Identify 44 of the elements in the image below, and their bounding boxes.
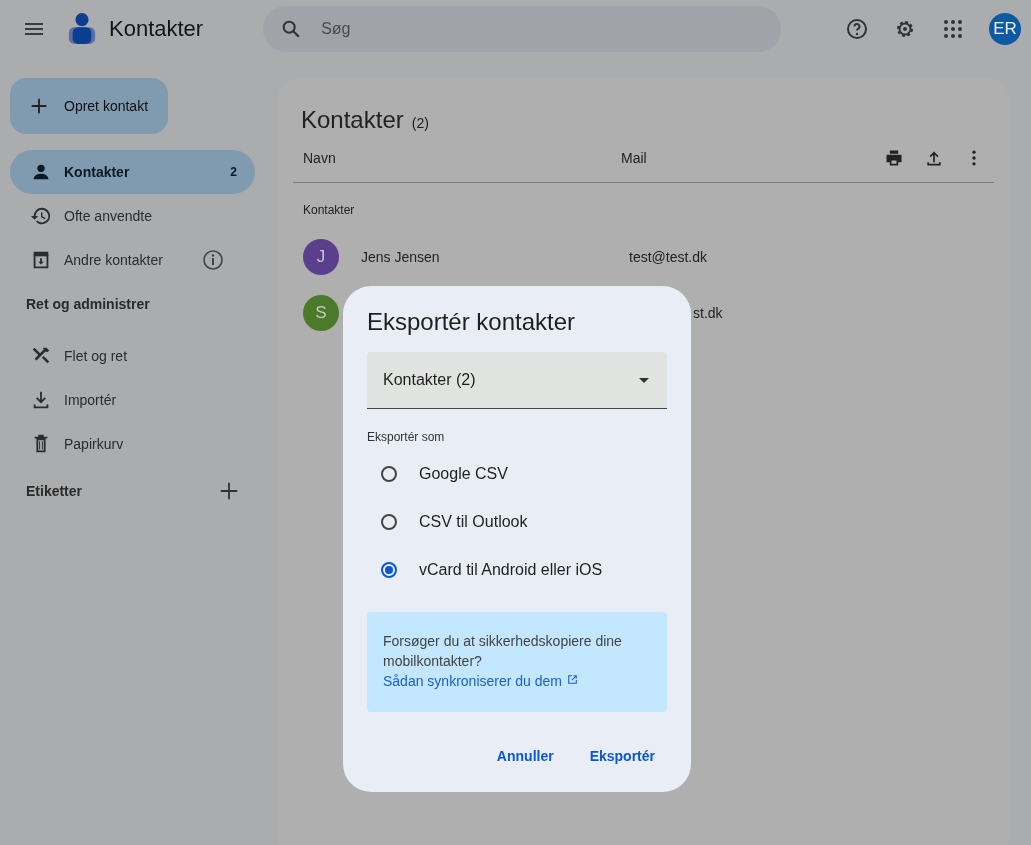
contact-name[interactable]: Jens Jensen — [361, 249, 440, 265]
nav-item[interactable]: Importér — [10, 378, 255, 422]
print-icon[interactable] — [884, 148, 904, 168]
contact-email: test@test.dk — [629, 249, 708, 265]
dialog-title: Eksportér kontakter — [367, 307, 577, 337]
list-title: Kontakter — [301, 106, 404, 134]
section-label: Kontakter — [302, 202, 356, 219]
nav-item[interactable]: Kontakter 2 — [10, 150, 255, 194]
contacts-dropdown[interactable]: Kontakter (2) — [367, 352, 667, 409]
radio-button[interactable] — [381, 562, 397, 578]
dialog-button[interactable]: Eksportér — [577, 740, 667, 772]
help-icon[interactable] — [845, 17, 869, 41]
info-icon[interactable] — [201, 248, 225, 272]
app-title: Kontakter — [109, 16, 204, 42]
nav-item[interactable]: Ofte anvendte — [10, 194, 255, 238]
nav-item[interactable]: Andre kontakter — [10, 238, 255, 282]
apps-grid-icon[interactable] — [941, 17, 965, 41]
create-contact-button[interactable]: Opret kontakt — [10, 78, 169, 134]
plus-icon[interactable] — [218, 480, 240, 502]
dialog-button[interactable]: Annuller — [484, 740, 566, 772]
option-label[interactable]: CSV til Outlook — [419, 513, 528, 531]
nav-item[interactable]: Flet og ret — [10, 334, 255, 378]
column-header: Navn — [303, 150, 337, 166]
contact-avatar: J — [303, 239, 339, 275]
section-heading: Ret og administrer — [25, 295, 151, 314]
info-text: Forsøger du at sikkerhedskopiere dine mobilkontakter? Sådan synkroniserer du dem — [383, 632, 623, 691]
contact-count: (2) — [411, 115, 429, 131]
history-icon — [30, 205, 52, 227]
option-label[interactable]: vCard til Android eller iOS — [419, 561, 603, 579]
nav-item[interactable]: Papirkurv — [10, 422, 255, 466]
search-field[interactable]: Søg — [263, 6, 782, 52]
contact-avatar: S — [303, 295, 339, 331]
external-link-icon — [565, 673, 579, 686]
sync-help-link[interactable]: Sådan synkroniserer du dem — [383, 673, 579, 689]
dropdown-caret-icon — [639, 377, 649, 383]
column-header: Mail — [621, 150, 647, 166]
contacts-logo-icon — [67, 12, 97, 46]
option-label[interactable]: Google CSV — [419, 465, 508, 483]
section-heading: Etiketter — [26, 483, 83, 499]
format-label: Eksportér som — [367, 429, 446, 446]
radio-button[interactable] — [381, 466, 397, 482]
contact-email: st.dk — [693, 305, 723, 321]
radio-button[interactable] — [381, 514, 397, 530]
account-avatar[interactable]: ER — [989, 13, 1021, 45]
